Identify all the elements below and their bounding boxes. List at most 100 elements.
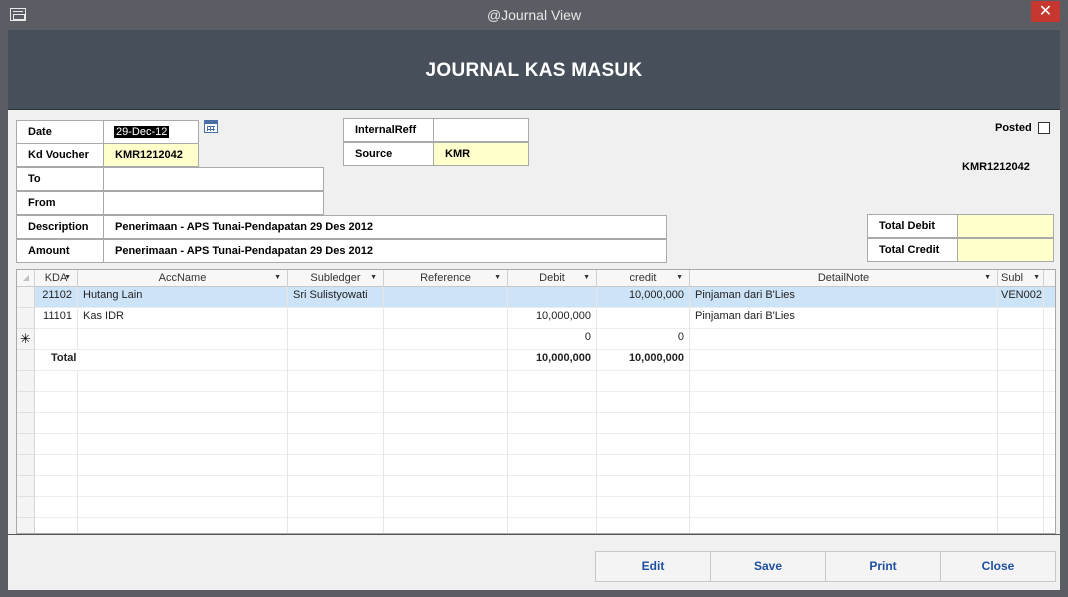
column-header-accname[interactable]: AccName ▼ bbox=[78, 270, 288, 287]
calendar-icon[interactable] bbox=[204, 120, 218, 133]
column-header-detailnote[interactable]: DetailNote ▼ bbox=[690, 270, 998, 287]
chevron-down-icon: ▼ bbox=[274, 274, 281, 281]
grid-corner[interactable] bbox=[17, 270, 35, 287]
save-button[interactable]: Save bbox=[710, 551, 826, 582]
total-credit-label: Total Credit bbox=[867, 238, 959, 262]
cell-credit[interactable]: 0 bbox=[597, 329, 690, 350]
close-button[interactable]: Close bbox=[940, 551, 1056, 582]
internal-reff-field[interactable] bbox=[433, 118, 529, 142]
row-indicator bbox=[17, 371, 35, 392]
cell-subl[interactable]: VEN002 bbox=[998, 287, 1044, 308]
total-label: Total bbox=[51, 352, 77, 364]
cell-subl[interactable] bbox=[998, 308, 1044, 329]
date-value: 29-Dec-12 bbox=[114, 126, 170, 138]
internal-reff-label: InternalReff bbox=[343, 118, 435, 142]
table-row[interactable]: 11101 Kas IDR 10,000,000 Pinjaman dari B… bbox=[17, 308, 1055, 329]
amount-label: Amount bbox=[16, 239, 105, 263]
column-header-subledger[interactable]: Subledger ▼ bbox=[288, 270, 384, 287]
cell-reference[interactable] bbox=[384, 329, 508, 350]
cell-credit[interactable]: 10,000,000 bbox=[597, 287, 690, 308]
chevron-down-icon: ▼ bbox=[583, 274, 590, 281]
source-label: Source bbox=[343, 142, 435, 166]
cell-detailnote[interactable] bbox=[690, 329, 998, 350]
title-bar: @Journal View ✕ bbox=[0, 0, 1068, 30]
chevron-down-icon: ▼ bbox=[676, 274, 683, 281]
empty-row bbox=[17, 413, 1055, 434]
action-bar: Edit Save Print Close bbox=[8, 534, 1060, 590]
column-header-credit[interactable]: credit ▼ bbox=[597, 270, 690, 287]
empty-row bbox=[17, 434, 1055, 455]
cell-debit[interactable] bbox=[508, 287, 597, 308]
cell-debit[interactable]: 10,000,000 bbox=[508, 308, 597, 329]
total-debit-label: Total Debit bbox=[867, 214, 959, 238]
column-header-subl[interactable]: Subl ▼ bbox=[998, 270, 1044, 287]
column-header-debit[interactable]: Debit ▼ bbox=[508, 270, 597, 287]
cell-accname[interactable] bbox=[78, 329, 288, 350]
cell-subledger[interactable] bbox=[288, 329, 384, 350]
print-button[interactable]: Print bbox=[825, 551, 941, 582]
kd-voucher-field[interactable]: KMR1212042 bbox=[103, 143, 199, 167]
cell-accname[interactable]: Kas IDR bbox=[78, 308, 288, 329]
chevron-down-icon: ▼ bbox=[370, 274, 377, 281]
cell-debit[interactable]: 0 bbox=[508, 329, 597, 350]
date-field[interactable]: 29-Dec-12 bbox=[103, 120, 199, 144]
cell-detailnote[interactable]: Pinjaman dari B'Lies bbox=[690, 308, 998, 329]
edit-button[interactable]: Edit bbox=[595, 551, 711, 582]
row-indicator bbox=[17, 350, 35, 371]
empty-row bbox=[17, 371, 1055, 392]
column-header-reference[interactable]: Reference ▼ bbox=[384, 270, 508, 287]
new-row-asterisk-icon: ✳ bbox=[17, 329, 35, 350]
cell-subledger[interactable]: Sri Sulistyowati bbox=[288, 287, 384, 308]
row-indicator[interactable] bbox=[17, 308, 35, 329]
empty-row bbox=[17, 476, 1055, 497]
cell-reference bbox=[384, 350, 508, 371]
column-header-kda[interactable]: KDA ▼ bbox=[35, 270, 78, 287]
row-indicator bbox=[17, 476, 35, 497]
source-field[interactable]: KMR bbox=[433, 142, 529, 166]
journal-view-window: @Journal View ✕ JOURNAL KAS MASUK Date 2… bbox=[0, 0, 1068, 597]
row-indicator bbox=[17, 434, 35, 455]
description-field[interactable]: Penerimaan - APS Tunai-Pendapatan 29 Des… bbox=[103, 215, 667, 239]
cell-credit[interactable] bbox=[597, 308, 690, 329]
cell-kda[interactable]: 21102 bbox=[35, 287, 78, 308]
total-credit-field bbox=[957, 238, 1054, 262]
cell-reference[interactable] bbox=[384, 287, 508, 308]
cell-detailnote[interactable]: Pinjaman dari B'Lies bbox=[690, 287, 998, 308]
cell-accname bbox=[78, 350, 288, 371]
window-title: @Journal View bbox=[486, 7, 582, 23]
cell-kda[interactable] bbox=[35, 329, 78, 350]
chevron-down-icon: ▼ bbox=[984, 274, 991, 281]
table-row[interactable]: 21102 Hutang Lain Sri Sulistyowati 10,00… bbox=[17, 287, 1055, 308]
empty-row bbox=[17, 497, 1055, 518]
to-field[interactable] bbox=[103, 167, 324, 191]
cell-subl[interactable] bbox=[998, 329, 1044, 350]
amount-field[interactable]: Penerimaan - APS Tunai-Pendapatan 29 Des… bbox=[103, 239, 667, 263]
cell-accname[interactable]: Hutang Lain bbox=[78, 287, 288, 308]
cell-subledger bbox=[288, 350, 384, 371]
row-indicator bbox=[17, 392, 35, 413]
chevron-down-icon: ▼ bbox=[494, 274, 501, 281]
empty-row bbox=[17, 518, 1055, 533]
total-debit: 10,000,000 bbox=[508, 350, 597, 371]
row-indicator bbox=[17, 455, 35, 476]
page-header: JOURNAL KAS MASUK bbox=[8, 30, 1060, 110]
cell-subl bbox=[998, 350, 1044, 371]
cell-reference[interactable] bbox=[384, 308, 508, 329]
row-indicator bbox=[17, 518, 35, 533]
total-row: Total 10,000,000 10,000,000 bbox=[17, 350, 1055, 371]
journal-form: Date 29-Dec-12 Kd Voucher KMR1212042 To … bbox=[8, 110, 1060, 590]
row-indicator[interactable] bbox=[17, 287, 35, 308]
new-row[interactable]: ✳ 0 0 bbox=[17, 329, 1055, 350]
cell-kda[interactable]: 11101 bbox=[35, 308, 78, 329]
page-title: JOURNAL KAS MASUK bbox=[425, 60, 643, 81]
row-indicator bbox=[17, 413, 35, 434]
empty-row bbox=[17, 455, 1055, 476]
from-field[interactable] bbox=[103, 191, 324, 215]
posted-checkbox[interactable] bbox=[1038, 122, 1050, 134]
to-label: To bbox=[16, 167, 105, 191]
journal-grid[interactable]: KDA ▼ AccName ▼ Subledger ▼ Reference ▼ Debi… bbox=[16, 269, 1056, 534]
date-label: Date bbox=[16, 120, 105, 144]
chevron-down-icon: ▼ bbox=[64, 274, 71, 281]
cell-subledger[interactable] bbox=[288, 308, 384, 329]
window-close-button[interactable]: ✕ bbox=[1031, 1, 1060, 22]
